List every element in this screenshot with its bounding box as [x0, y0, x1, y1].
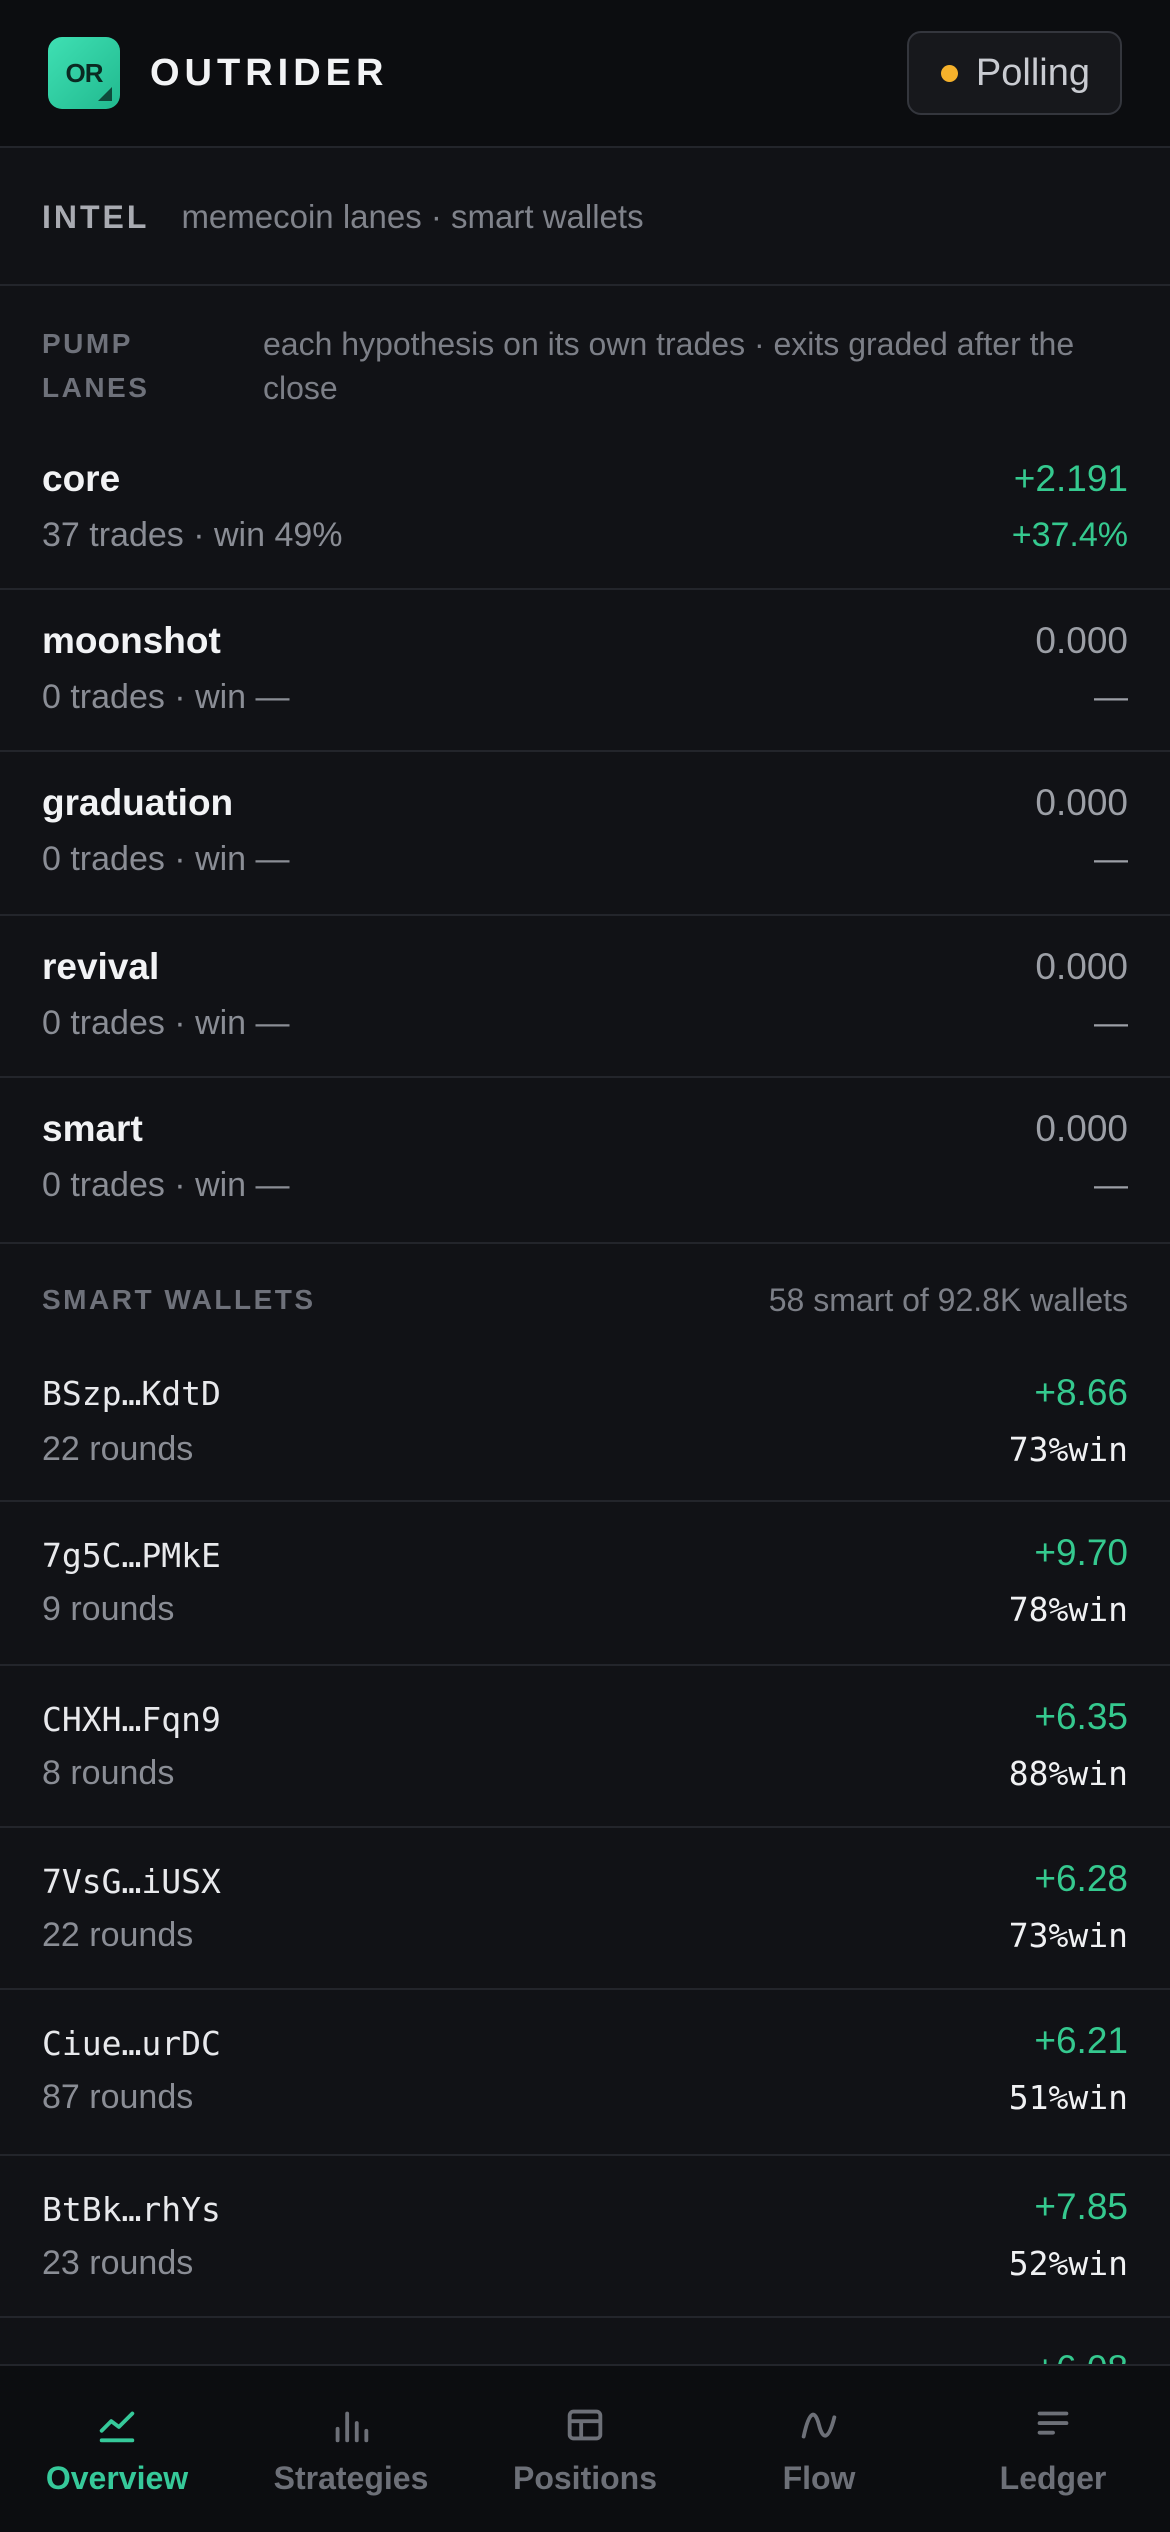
lane-stats: 0 trades · win —	[42, 1166, 290, 1204]
wallet-rounds: 9 rounds	[42, 1590, 175, 1628]
smart-wallets-note: 58 smart of 92.8K wallets	[768, 1282, 1128, 1318]
lane-name: core	[42, 458, 121, 499]
pump-lanes-label: PUMP LANES	[42, 322, 263, 410]
lane-name: smart	[42, 1108, 143, 1149]
bottom-nav: Overview Strategies Positions Flow Ledge…	[0, 2364, 1170, 2532]
smart-wallets-header: SMART WALLETS 58 smart of 92.8K wallets	[0, 1278, 1170, 1322]
wallet-address: BSzp…KdtD	[42, 1374, 221, 1413]
wave-icon	[801, 2412, 837, 2439]
lane-pct: —	[1094, 840, 1128, 878]
wallet-rounds: 8 rounds	[42, 1754, 175, 1792]
lane-name: moonshot	[42, 620, 221, 661]
lane-name: graduation	[42, 782, 234, 823]
nav-label: Positions	[512, 2460, 657, 2496]
nav-label: Strategies	[273, 2460, 429, 2496]
app-root: INTEL memecoin lanes · smart wallets PUM…	[0, 0, 1170, 2532]
wallet-pnl: +6.28	[1034, 1858, 1128, 1899]
nav-label: Flow	[782, 2460, 856, 2496]
status-label: Polling	[975, 51, 1090, 94]
intel-header: INTEL memecoin lanes · smart wallets	[0, 150, 1170, 286]
wallet-winrate: 51%win	[1008, 2078, 1128, 2117]
wallet-address: 7VsG…iUSX	[42, 1862, 221, 1901]
wallet-rounds: 22 rounds	[42, 1916, 194, 1954]
app-header: OR OUTRIDER Polling	[0, 0, 1170, 148]
layout-icon	[567, 2409, 603, 2441]
logo-text: OR	[65, 57, 104, 88]
line-chart-icon	[99, 2411, 135, 2443]
smart-wallets-label: SMART WALLETS	[42, 1284, 316, 1315]
lane-stats: 0 trades · win —	[42, 678, 290, 716]
lane-row-revival[interactable]: revival 0 trades · win — 0.000 —	[0, 916, 1170, 1078]
status-dot-icon	[940, 64, 958, 82]
nav-flow[interactable]: Flow	[702, 2366, 936, 2532]
nav-strategies[interactable]: Strategies	[234, 2366, 468, 2532]
wallet-row[interactable]: BSzp…KdtD 22 rounds +8.66 73%win	[0, 1334, 1170, 1502]
wallet-row[interactable]: 7VsG…iUSX 22 rounds +6.28 73%win	[0, 1828, 1170, 1990]
lane-stats: 37 trades · win 49%	[42, 516, 343, 554]
lane-value: 0.000	[1035, 620, 1128, 661]
lane-pct: —	[1094, 1004, 1128, 1042]
polling-status-button[interactable]: Polling	[906, 31, 1122, 115]
wallet-rounds: 22 rounds	[42, 1430, 194, 1468]
wallet-winrate: 88%win	[1008, 1754, 1128, 1793]
app-logo[interactable]: OR	[48, 37, 120, 109]
wallet-pnl: +8.66	[1034, 1372, 1128, 1413]
wallet-pnl: +9.70	[1034, 1532, 1128, 1573]
wallet-address: Ciue…urDC	[42, 2024, 221, 2063]
pump-lanes-note: each hypothesis on its own trades · exit…	[263, 326, 1075, 406]
wallet-row[interactable]: BtBk…rhYs 23 rounds +7.85 52%win	[0, 2156, 1170, 2318]
wallet-winrate: 52%win	[1008, 2244, 1128, 2283]
wallet-pnl: +6.21	[1034, 2020, 1128, 2061]
nav-ledger[interactable]: Ledger	[936, 2366, 1170, 2532]
wallet-rounds: 23 rounds	[42, 2244, 194, 2282]
lane-row-moonshot[interactable]: moonshot 0 trades · win — 0.000 —	[0, 590, 1170, 752]
brand-name: OUTRIDER	[150, 51, 389, 94]
nav-overview[interactable]: Overview	[0, 2366, 234, 2532]
nav-label: Ledger	[999, 2460, 1107, 2496]
wallet-winrate: 73%win	[1008, 1916, 1128, 1955]
wallet-row[interactable]: Ciue…urDC 87 rounds +6.21 51%win	[0, 1990, 1170, 2156]
wallet-winrate: 78%win	[1008, 1590, 1128, 1629]
lane-stats: 0 trades · win —	[42, 1004, 290, 1042]
nav-positions[interactable]: Positions	[468, 2366, 702, 2532]
wallet-address: 7g5C…PMkE	[42, 1536, 221, 1575]
nav-label: Overview	[45, 2460, 189, 2496]
pump-lanes-label-line2: LANES	[42, 372, 150, 403]
intel-subtitle: memecoin lanes · smart wallets	[181, 198, 644, 235]
lane-row-smart[interactable]: smart 0 trades · win — 0.000 —	[0, 1078, 1170, 1244]
lane-value: 0.000	[1035, 946, 1128, 987]
lane-pct: —	[1094, 678, 1128, 716]
wallet-row[interactable]: CHXH…Fqn9 8 rounds +6.35 88%win	[0, 1666, 1170, 1828]
wallet-address: BtBk…rhYs	[42, 2190, 221, 2229]
pump-lanes-label-line1: PUMP	[42, 328, 133, 359]
lane-name: revival	[42, 946, 160, 987]
logo-corner-mark	[98, 87, 112, 101]
lane-row-core[interactable]: core 37 trades · win 49% +2.191 +37.4%	[0, 440, 1170, 590]
lane-value: 0.000	[1035, 1108, 1128, 1149]
wallet-pnl: +7.85	[1034, 2186, 1128, 2227]
wallet-rounds: 87 rounds	[42, 2078, 194, 2116]
list-icon	[1037, 2411, 1069, 2435]
pump-lanes-header: PUMP LANES each hypothesis on its own tr…	[0, 322, 1170, 410]
wallet-address: CHXH…Fqn9	[42, 1700, 221, 1739]
lane-pct: —	[1094, 1166, 1128, 1204]
lane-value: +2.191	[1013, 458, 1128, 499]
lane-pct: +37.4%	[1011, 516, 1128, 554]
wallet-row[interactable]: 7g5C…PMkE 9 rounds +9.70 78%win	[0, 1502, 1170, 1666]
lane-stats: 0 trades · win —	[42, 840, 290, 878]
lane-row-graduation[interactable]: graduation 0 trades · win — 0.000 —	[0, 752, 1170, 916]
wallet-winrate: 73%win	[1008, 1430, 1128, 1469]
intel-title: INTEL	[42, 198, 150, 235]
bar-chart-icon	[335, 2411, 369, 2443]
lane-value: 0.000	[1035, 782, 1128, 823]
wallet-pnl: +6.35	[1034, 1696, 1128, 1737]
